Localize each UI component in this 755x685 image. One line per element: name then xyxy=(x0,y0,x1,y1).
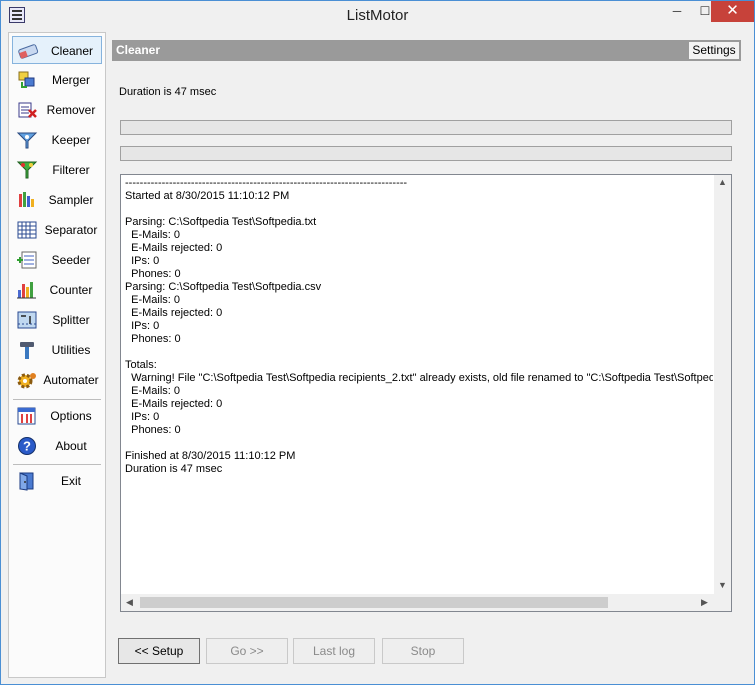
log-line: ----------------------------------------… xyxy=(125,177,408,189)
close-button[interactable]: ✕ xyxy=(711,1,754,22)
log-line: E-Mails: 0 xyxy=(125,229,181,241)
log-line: IPs: 0 xyxy=(125,411,160,423)
panel-header: Cleaner xyxy=(112,40,741,61)
sidebar-item-label: Utilities xyxy=(51,343,91,357)
hammer-icon xyxy=(20,342,34,359)
go-button[interactable]: Go >> xyxy=(206,638,288,664)
log-line: IPs: 0 xyxy=(125,255,160,267)
log-line: E-Mails rejected: 0 xyxy=(125,242,223,254)
sidebar-item-utilities[interactable]: Utilities xyxy=(12,336,102,364)
sidebar-item-seeder[interactable]: Seeder xyxy=(12,246,102,274)
progress-bar-1 xyxy=(120,120,732,135)
setup-button[interactable]: << Setup xyxy=(118,638,200,664)
sidebar-item-counter[interactable]: Counter xyxy=(12,276,102,304)
scroll-left-arrow-icon[interactable]: ◀ xyxy=(126,597,133,608)
scroll-up-arrow-icon[interactable]: ▲ xyxy=(718,177,727,187)
sidebar-item-label: Remover xyxy=(46,103,96,117)
seeder-icon xyxy=(17,251,37,269)
vertical-scrollbar[interactable]: ▲ ▼ xyxy=(714,175,731,594)
app-window: ListMotor ─ ☐ ✕ Cleaner Merger Remover K… xyxy=(0,0,755,685)
sidebar: Cleaner Merger Remover Keeper Filterer S… xyxy=(8,32,106,678)
last-log-button[interactable]: Last log xyxy=(293,638,375,664)
log-line: E-Mails: 0 xyxy=(125,385,181,397)
filter-icon xyxy=(16,161,38,179)
grid-icon xyxy=(17,221,37,239)
log-line: Phones: 0 xyxy=(125,424,181,436)
log-line: Warning! File "C:\Softpedia Test\Softped… xyxy=(125,372,713,384)
sampler-icon xyxy=(19,192,34,207)
log-line: Parsing: C:\Softpedia Test\Softpedia.txt xyxy=(125,216,317,228)
sidebar-item-label: Exit xyxy=(60,474,81,488)
title-bar[interactable]: ListMotor ─ ☐ ✕ xyxy=(1,1,754,31)
log-line: IPs: 0 xyxy=(125,320,160,332)
scroll-right-arrow-icon[interactable]: ▶ xyxy=(701,597,708,608)
sidebar-item-filterer[interactable]: Filterer xyxy=(12,156,102,184)
sidebar-item-label: Counter xyxy=(49,283,93,297)
sidebar-item-label: Splitter xyxy=(52,313,90,327)
sidebar-item-keeper[interactable]: Keeper xyxy=(12,126,102,154)
log-line: Started at 8/30/2015 11:10:12 PM xyxy=(125,190,290,202)
sidebar-item-splitter[interactable]: Splitter xyxy=(12,306,102,334)
sidebar-item-label: Merger xyxy=(51,73,90,87)
exit-door-icon xyxy=(19,472,34,491)
sidebar-item-label: About xyxy=(55,439,87,453)
log-line: Phones: 0 xyxy=(125,268,181,280)
keeper-icon xyxy=(16,132,38,149)
sidebar-item-cleaner[interactable]: Cleaner xyxy=(12,36,102,64)
window-title: ListMotor xyxy=(346,7,409,24)
stop-button[interactable]: Stop xyxy=(382,638,464,664)
log-line: Duration is 47 msec xyxy=(125,463,223,475)
log-line: Phones: 0 xyxy=(125,333,181,345)
scroll-down-arrow-icon[interactable]: ▼ xyxy=(718,580,727,590)
svg-text:?: ? xyxy=(23,439,31,454)
horizontal-scroll-thumb[interactable] xyxy=(140,597,608,608)
splitter-icon xyxy=(17,311,37,329)
eraser-icon xyxy=(18,44,39,59)
log-line: Totals: xyxy=(125,359,157,371)
sidebar-item-label: Sampler xyxy=(48,193,94,207)
settings-button[interactable]: Settings xyxy=(688,41,740,60)
merge-icon xyxy=(18,71,35,88)
gear-icon xyxy=(17,373,36,389)
sidebar-item-label: Keeper xyxy=(51,133,91,147)
sidebar-item-about[interactable]: ? About xyxy=(12,432,102,460)
sidebar-item-exit[interactable]: Exit xyxy=(12,467,102,495)
log-line: E-Mails rejected: 0 xyxy=(125,307,223,319)
sidebar-item-label: Seeder xyxy=(51,253,91,267)
sidebar-item-label: Separator xyxy=(44,223,98,237)
sidebar-item-label: Automater xyxy=(43,373,99,387)
duration-status: Duration is 47 msec xyxy=(119,86,217,98)
log-line: E-Mails rejected: 0 xyxy=(125,398,223,410)
help-icon: ? xyxy=(18,437,36,455)
log-text: ----------------------------------------… xyxy=(125,177,713,595)
sidebar-item-label: Cleaner xyxy=(50,44,94,58)
horizontal-scrollbar[interactable]: ◀ ▶ xyxy=(121,594,714,611)
sidebar-item-automater[interactable]: Automater xyxy=(12,366,102,394)
sidebar-item-label: Filterer xyxy=(52,163,90,177)
sidebar-item-remover[interactable]: Remover xyxy=(12,96,102,124)
remove-icon xyxy=(18,102,37,118)
log-output[interactable]: ----------------------------------------… xyxy=(120,174,732,612)
options-icon xyxy=(17,407,36,425)
sidebar-item-separator[interactable]: Separator xyxy=(12,216,102,244)
sidebar-item-merger[interactable]: Merger xyxy=(12,66,102,94)
sidebar-item-options[interactable]: Options xyxy=(12,402,102,430)
panel-title: Cleaner xyxy=(116,43,161,57)
sidebar-divider xyxy=(13,464,101,465)
minimize-button[interactable]: ─ xyxy=(663,1,691,22)
log-line: E-Mails: 0 xyxy=(125,294,181,306)
bar-chart-icon xyxy=(17,282,36,299)
sidebar-divider xyxy=(13,399,101,400)
log-line: Parsing: C:\Softpedia Test\Softpedia.csv xyxy=(125,281,322,293)
sidebar-item-label: Options xyxy=(50,409,92,423)
scrollbar-corner xyxy=(714,594,731,611)
log-line: Finished at 8/30/2015 11:10:12 PM xyxy=(125,450,296,462)
progress-bar-2 xyxy=(120,146,732,161)
sidebar-item-sampler[interactable]: Sampler xyxy=(12,186,102,214)
